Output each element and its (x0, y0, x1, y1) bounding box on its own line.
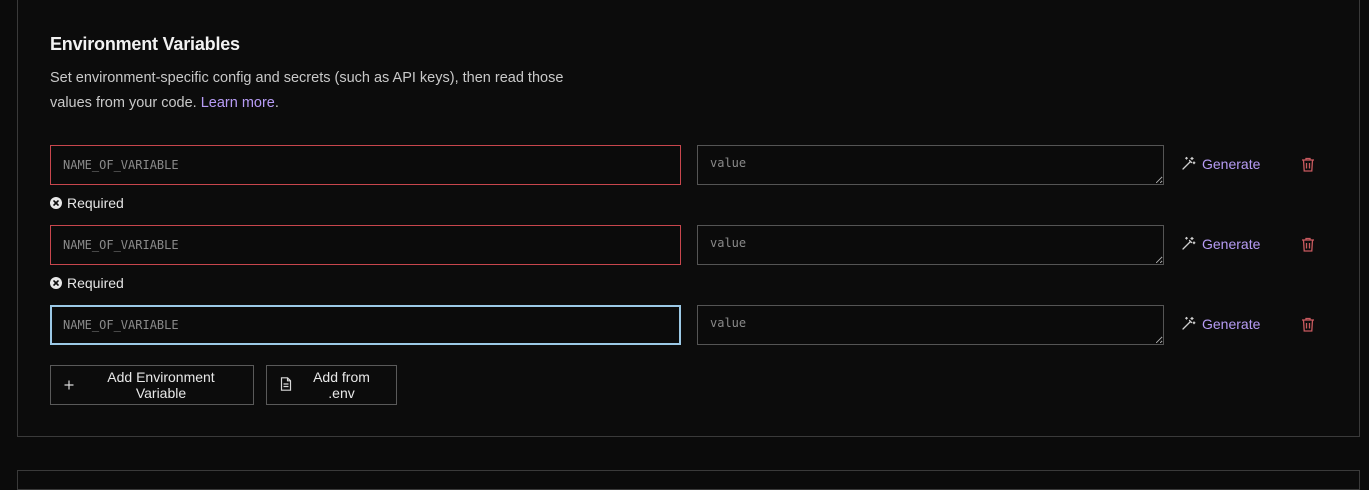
variable-name-input[interactable] (50, 225, 681, 265)
plus-icon (64, 377, 74, 393)
x-circle-icon (50, 277, 62, 289)
generate-button[interactable]: Generate (1180, 316, 1260, 332)
variable-value-input[interactable] (697, 225, 1164, 265)
add-variable-label: Add Environment Variable (107, 369, 215, 401)
delete-variable-button[interactable] (1301, 237, 1315, 255)
trash-icon (1301, 317, 1315, 335)
env-var-row: Generate (50, 305, 1340, 345)
magic-wand-icon (1180, 316, 1196, 332)
generate-button[interactable]: Generate (1180, 156, 1260, 172)
description-line-1: Set environment-specific config and secr… (50, 70, 564, 86)
description-period: . (274, 95, 279, 111)
env-var-row: Generate (50, 145, 1340, 185)
generate-label: Generate (1202, 316, 1261, 332)
add-from-env-button[interactable]: Add from .env (266, 365, 397, 405)
section-description: Set environment-specific config and secr… (50, 66, 630, 116)
error-text: Required (67, 195, 124, 211)
x-circle-icon (50, 197, 62, 209)
env-var-row: Generate (50, 225, 1340, 265)
generate-label: Generate (1202, 156, 1261, 172)
description-line-2: values from your code. (50, 95, 197, 111)
add-from-env-label: Add from .env (313, 369, 370, 401)
variable-name-input[interactable] (50, 145, 681, 185)
generate-button[interactable]: Generate (1180, 236, 1260, 252)
delete-variable-button[interactable] (1301, 317, 1315, 335)
next-section-panel (17, 470, 1360, 490)
variable-value-input[interactable] (697, 145, 1164, 185)
environment-variables-panel: Environment Variables Set environment-sp… (17, 0, 1360, 437)
variable-name-input[interactable] (50, 305, 681, 345)
generate-label: Generate (1202, 236, 1261, 252)
magic-wand-icon (1180, 156, 1196, 172)
file-icon (280, 376, 292, 394)
error-text: Required (67, 275, 124, 291)
add-environment-variable-button[interactable]: Add Environment Variable (50, 365, 254, 405)
required-error: Required (50, 195, 124, 211)
variable-value-input[interactable] (697, 305, 1164, 345)
section-title: Environment Variables (50, 34, 240, 54)
trash-icon (1301, 157, 1315, 175)
trash-icon (1301, 237, 1315, 255)
learn-more-link[interactable]: Learn more (201, 95, 275, 111)
magic-wand-icon (1180, 236, 1196, 252)
required-error: Required (50, 275, 124, 291)
delete-variable-button[interactable] (1301, 157, 1315, 175)
